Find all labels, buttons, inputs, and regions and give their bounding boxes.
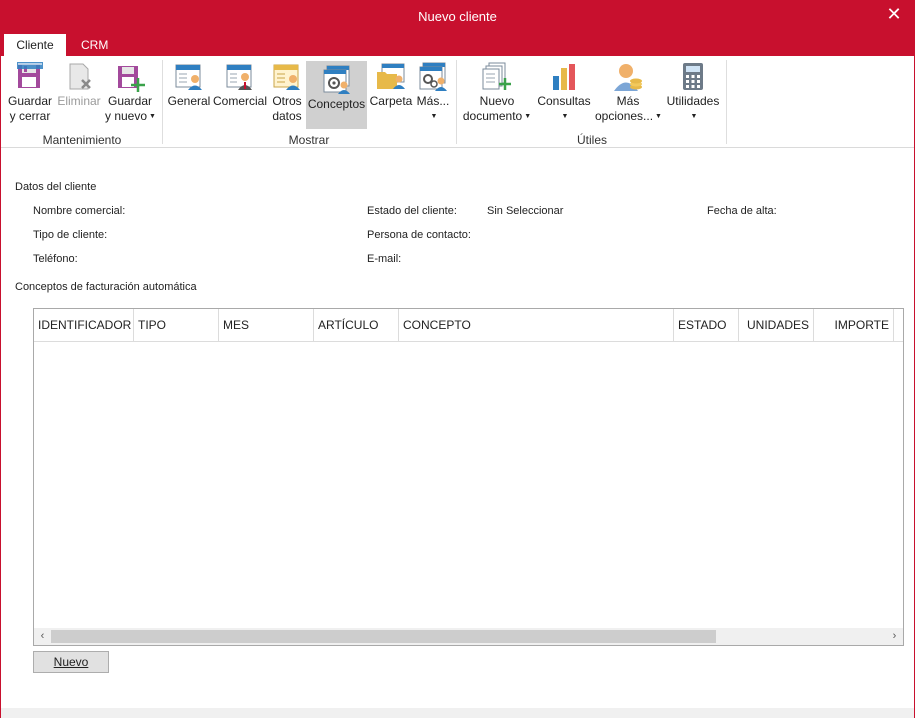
- delete-icon: [69, 63, 91, 90]
- client-type-label: Tipo de cliente:: [33, 229, 108, 241]
- column-header-concepto[interactable]: CONCEPTO: [399, 309, 674, 342]
- new-concept-label: Nuevo: [53, 655, 89, 669]
- ribbon-separator: [456, 60, 457, 144]
- client-status-label: Estado del cliente:: [367, 205, 457, 217]
- folder-button[interactable]: Carpeta: [369, 58, 413, 130]
- save-new-label-1: Guardar: [107, 94, 153, 108]
- save-new-icon: [118, 66, 145, 92]
- new-document-icon: [482, 62, 511, 90]
- more-icon: [419, 62, 447, 91]
- title-bar: Nuevo cliente ✕: [1, 1, 914, 32]
- save-close-icon: [17, 62, 43, 88]
- scrollbar-thumb[interactable]: [51, 630, 716, 643]
- new-document-label-1: Nuevo: [479, 94, 515, 108]
- commercial-button[interactable]: Comercial: [213, 58, 267, 130]
- folder-label: Carpeta: [369, 94, 413, 108]
- ribbon-separator: [726, 60, 727, 144]
- column-header-identificador[interactable]: IDENTIFICADOR: [34, 309, 134, 342]
- more-options-label-2: opciones...: [595, 109, 654, 123]
- group-label-utiles: Útiles: [576, 133, 607, 147]
- new-document-button[interactable]: Nuevo documento ▼: [461, 58, 533, 130]
- column-header-estado[interactable]: ESTADO: [674, 309, 739, 342]
- close-icon[interactable]: ✕: [882, 1, 906, 27]
- commercial-card-icon: [226, 64, 252, 90]
- concepts-label: Conceptos: [307, 97, 366, 111]
- column-header-unidades[interactable]: UNIDADES: [739, 309, 814, 342]
- more-button[interactable]: Más... ▼: [415, 58, 451, 130]
- calculator-icon: [683, 63, 703, 90]
- delete-label: Eliminar: [57, 94, 101, 108]
- concepts-button[interactable]: Conceptos: [306, 61, 367, 129]
- commercial-label: Comercial: [213, 94, 268, 108]
- chevron-down-icon: ▼: [524, 113, 532, 121]
- other-data-label-1: Otros: [272, 94, 302, 108]
- save-new-button[interactable]: Guardar y nuevo ▼: [105, 58, 156, 130]
- scroll-left-icon[interactable]: ‹: [34, 628, 51, 645]
- queries-label: Consultas: [537, 94, 591, 108]
- group-label-mostrar: Mostrar: [288, 133, 330, 147]
- client-data-title: Datos del cliente: [15, 181, 97, 193]
- chevron-down-icon: ▼: [430, 113, 438, 121]
- save-close-label-2: y cerrar: [9, 109, 51, 123]
- bar-chart-icon: [553, 64, 575, 90]
- client-window: Nuevo cliente ✕ Cliente CRM Guardar y ce…: [0, 0, 915, 718]
- auto-billing-title: Conceptos de facturación automática: [15, 281, 197, 293]
- new-document-label-2: documento: [462, 109, 523, 123]
- chevron-down-icon: ▼: [149, 113, 156, 121]
- grid-header: IDENTIFICADOR TIPO MES ARTÍCULO CONCEPTO…: [34, 309, 903, 342]
- save-new-label-2: y nuevo: [105, 109, 148, 123]
- concepts-grid[interactable]: IDENTIFICADOR TIPO MES ARTÍCULO CONCEPTO…: [33, 308, 904, 646]
- ribbon-separator: [162, 60, 163, 144]
- other-data-label-2: datos: [272, 109, 302, 123]
- queries-button[interactable]: Consultas ▼: [536, 58, 592, 130]
- column-header-mes[interactable]: MES: [219, 309, 314, 342]
- ribbon-tabs: Cliente CRM: [1, 32, 914, 56]
- more-options-label-1: Más: [616, 94, 640, 108]
- folder-icon: [377, 63, 405, 89]
- bottom-strip: [1, 708, 914, 718]
- horizontal-scrollbar[interactable]: ‹ ›: [34, 628, 903, 645]
- more-options-button[interactable]: Más opciones... ▼: [595, 58, 662, 130]
- column-header-tipo[interactable]: TIPO: [134, 309, 219, 342]
- other-data-button[interactable]: Otros datos: [269, 58, 305, 130]
- window-title: Nuevo cliente: [418, 9, 497, 24]
- utilities-label: Utilidades: [666, 94, 720, 108]
- save-close-button[interactable]: Guardar y cerrar: [7, 58, 53, 130]
- chevron-down-icon: ▼: [690, 113, 698, 121]
- chevron-down-icon: ▼: [561, 113, 569, 121]
- phone-label: Teléfono:: [33, 253, 78, 265]
- trade-name-label: Nombre comercial:: [33, 205, 126, 217]
- scroll-right-icon[interactable]: ›: [886, 628, 903, 645]
- delete-button[interactable]: Eliminar: [56, 58, 102, 130]
- other-data-icon: [273, 64, 300, 90]
- ribbon: Guardar y cerrar Eliminar Guardar y nuev…: [1, 56, 914, 148]
- chevron-down-icon: ▼: [655, 113, 662, 121]
- more-label: Más...: [416, 94, 450, 108]
- column-header-importe[interactable]: IMPORTE: [814, 309, 894, 342]
- general-label: General: [167, 94, 211, 108]
- concepts-icon: [323, 65, 350, 94]
- email-label: E-mail:: [367, 253, 402, 265]
- utilities-button[interactable]: Utilidades ▼: [665, 58, 721, 130]
- general-button[interactable]: General: [167, 58, 211, 130]
- new-concept-button[interactable]: Nuevo: [33, 651, 109, 673]
- group-label-mantenimiento: Mantenimiento: [42, 133, 122, 147]
- column-header-articulo[interactable]: ARTÍCULO: [314, 309, 399, 342]
- tab-crm[interactable]: CRM: [68, 34, 121, 56]
- client-status-value: Sin Seleccionar: [487, 205, 564, 217]
- general-card-icon: [175, 64, 202, 90]
- signup-date-label: Fecha de alta:: [707, 205, 777, 217]
- person-coins-icon: [614, 64, 642, 91]
- contact-person-label: Persona de contacto:: [367, 229, 471, 241]
- save-close-label-1: Guardar: [7, 94, 53, 108]
- tab-cliente[interactable]: Cliente: [4, 34, 66, 56]
